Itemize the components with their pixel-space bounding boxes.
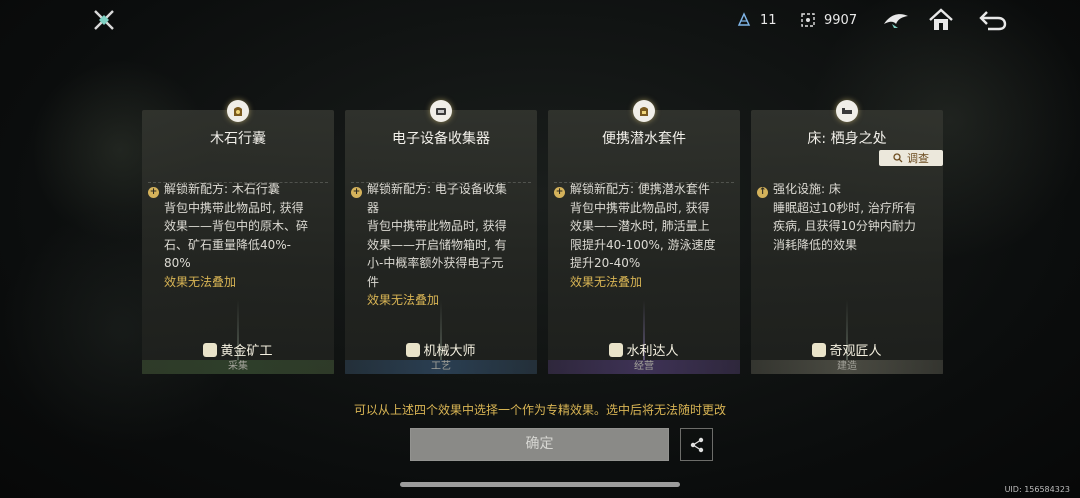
search-icon xyxy=(893,153,903,163)
category-label: 采集 xyxy=(142,360,334,374)
home-icon[interactable] xyxy=(927,6,955,34)
top-bar: 11 9907 xyxy=(0,0,1080,40)
stack-note: 效果无法叠加 xyxy=(164,274,237,289)
bed-badge-icon xyxy=(836,100,858,122)
gem-icon xyxy=(737,12,751,26)
confirm-button[interactable]: 确定 xyxy=(410,428,669,461)
share-button[interactable] xyxy=(680,428,713,461)
stack-note: 效果无法叠加 xyxy=(570,274,643,289)
card-description: ↑ 强化设施: 床 睡眠超过10秒时, 治疗所有 疾病, 且获得10分钟内耐力 消… xyxy=(757,182,916,252)
back-icon[interactable] xyxy=(978,6,1007,34)
home-indicator[interactable] xyxy=(400,482,680,487)
water-role-icon xyxy=(609,342,624,357)
mechanic-role-icon xyxy=(406,342,421,357)
bird-emblem-icon[interactable] xyxy=(882,6,910,34)
role-label: 机械大师 xyxy=(345,340,537,359)
upgrade-bullet-icon: ↑ xyxy=(757,187,768,198)
pouch-badge-icon xyxy=(227,100,249,122)
diving-badge-icon xyxy=(633,100,655,122)
card-description: + 解锁新配方: 木石行囊 背包中携带此物品时, 获得 效果——背包中的原木、碎 … xyxy=(148,180,326,291)
plus-bullet-icon: + xyxy=(554,187,565,198)
card-title: 便携潜水套件 xyxy=(602,131,686,147)
effect-card-1[interactable]: 木石行囊 + 解锁新配方: 木石行囊 背包中携带此物品时, 获得 效果——背包中的… xyxy=(142,100,334,374)
resource-2-value: 9907 xyxy=(824,12,858,28)
resource-2: 9907 xyxy=(800,12,857,28)
miner-role-icon xyxy=(203,342,218,357)
builder-role-icon xyxy=(812,342,827,357)
card-description: + 解锁新配方: 便携潜水套件 背包中携带此物品时, 获得 效果——潜水时, 肺活… xyxy=(554,180,732,291)
card-title: 电子设备收集器 xyxy=(392,131,490,147)
share-icon xyxy=(690,437,703,452)
category-label: 建造 xyxy=(751,360,943,374)
app-logo-icon[interactable] xyxy=(92,8,116,32)
effect-card-2[interactable]: 电子设备收集器 + 解锁新配方: 电子设备收集 器 背包中携带此物品时, 获得 效… xyxy=(345,100,537,374)
resource-1: 11 xyxy=(736,12,777,28)
plus-bullet-icon: + xyxy=(351,187,362,198)
uid-label: UID: 156584323 xyxy=(1004,485,1070,494)
card-description: + 解锁新配方: 电子设备收集 器 背包中携带此物品时, 获得 效果——开启储物箱… xyxy=(351,180,529,310)
role-label: 奇观匠人 xyxy=(751,340,943,359)
card-title: 木石行囊 xyxy=(210,131,266,147)
device-badge-icon xyxy=(430,100,452,122)
resource-1-value: 11 xyxy=(760,12,777,28)
card-title: 床: 栖身之处 xyxy=(807,131,887,147)
blueprint-icon xyxy=(801,13,815,27)
effect-card-3[interactable]: 便携潜水套件 + 解锁新配方: 便携潜水套件 背包中携带此物品时, 获得 效果——… xyxy=(548,100,740,374)
selection-hint: 可以从上述四个效果中选择一个作为专精效果。选中后将无法随时更改 xyxy=(353,403,726,417)
inspect-button[interactable]: 调查 xyxy=(879,150,943,166)
category-label: 工艺 xyxy=(345,360,537,374)
role-label: 黄金矿工 xyxy=(142,340,334,359)
category-label: 经营 xyxy=(548,360,740,374)
role-label: 水利达人 xyxy=(548,340,740,359)
effect-card-4[interactable]: 床: 栖身之处 调查 ↑ 强化设施: 床 睡眠超过10秒时, 治疗所有 疾病, 且… xyxy=(751,100,943,374)
plus-bullet-icon: + xyxy=(148,187,159,198)
